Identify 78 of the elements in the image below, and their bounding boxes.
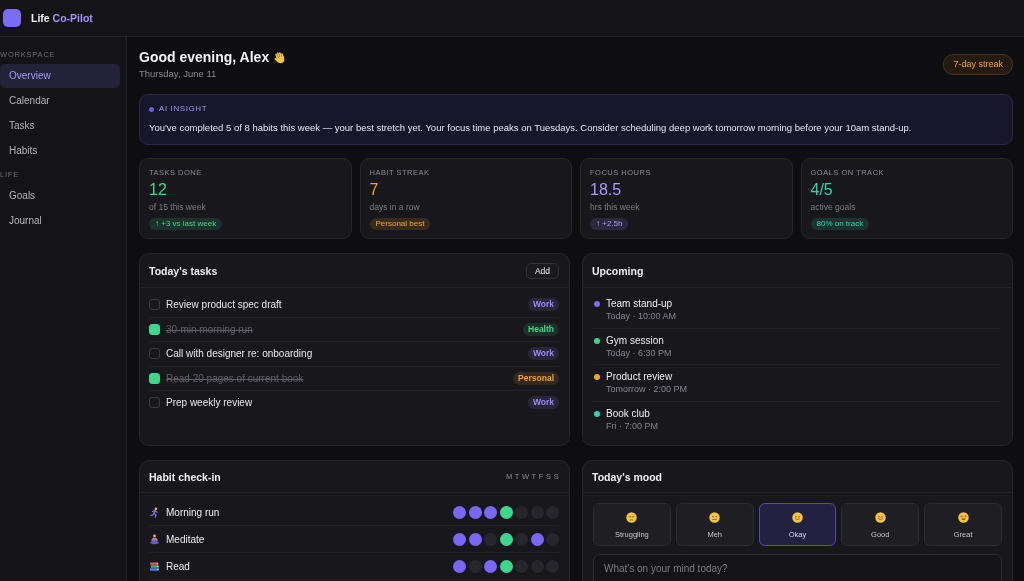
- stat-tag: ↑ +2.5h: [590, 218, 629, 230]
- card-title: Upcoming: [592, 264, 644, 277]
- task-checkbox[interactable]: [149, 323, 160, 335]
- check-in-dot-icon[interactable]: [453, 532, 466, 546]
- event-time: Today · 6:30 PM: [606, 346, 672, 360]
- happy-face-icon: [874, 512, 886, 523]
- event-time: Tomorrow · 2:00 PM: [606, 383, 688, 396]
- streak-tag: 7-day streak: [943, 54, 1013, 75]
- nav-item[interactable]: Habits: [0, 139, 120, 163]
- greeting-title: Good evening, Alex: [139, 49, 270, 65]
- stat-caption: hrs this week: [590, 202, 641, 212]
- event-title: Gym session: [606, 333, 665, 347]
- nav-item[interactable]: Journal: [0, 209, 120, 233]
- stat-value: 12: [149, 181, 168, 199]
- stat-caption: active goals: [810, 202, 857, 212]
- meditating-person-icon: [149, 533, 160, 545]
- event-title: Book club: [606, 406, 651, 420]
- nav-item[interactable]: Calendar: [0, 89, 120, 113]
- check-in-dot-icon[interactable]: [468, 532, 482, 546]
- insight-dot-icon: [149, 106, 154, 112]
- stat-value: 18.5: [590, 181, 623, 199]
- event-title: Team stand-up: [606, 297, 674, 310]
- date-label: Thursday, June 11: [139, 68, 218, 80]
- check-in-dot-icon[interactable]: [468, 505, 482, 519]
- app-title: Life Co-Pilot: [31, 12, 93, 24]
- check-in-dot-icon[interactable]: [499, 532, 513, 546]
- check-in-dot-icon[interactable]: [484, 559, 497, 573]
- add-button[interactable]: Add: [525, 262, 559, 279]
- note-field[interactable]: What's on your mind today?: [593, 554, 1002, 581]
- insight-text: You've completed 5 of 8 habits this week — your best stretch yet. Your focus time peaks on Tuesdays. Consider scheduling deep work tomorrow morning before your 10am stand-up.: [149, 122, 913, 134]
- stat-tag: Personal best: [369, 218, 431, 230]
- category-tag: Personal: [513, 371, 559, 385]
- card-title: Today's mood: [592, 470, 662, 483]
- stat-tag: ↑ +3 vs last week: [149, 218, 223, 230]
- check-in-dot-icon[interactable]: [499, 559, 513, 573]
- category-tag: Work: [527, 298, 559, 312]
- star-struck-face-icon: [957, 512, 969, 523]
- nav-item[interactable]: Overview: [0, 64, 120, 88]
- smiling-face-icon: [792, 512, 803, 523]
- stat-value: 7: [369, 181, 380, 199]
- check-in-dot-icon[interactable]: [484, 505, 497, 519]
- task-checkbox[interactable]: [149, 372, 160, 384]
- event-title: Product review: [606, 370, 674, 383]
- sad-face-icon: [626, 512, 638, 523]
- task-checkbox[interactable]: [149, 348, 160, 360]
- task-title: Review product spec draft: [166, 299, 282, 311]
- habit-name: Read: [166, 560, 190, 572]
- stat-value: 4/5: [810, 181, 834, 199]
- task-title: Prep weekly review: [166, 397, 253, 409]
- running-person-icon: [149, 506, 160, 518]
- insight-label: AI INSIGHT: [159, 105, 208, 113]
- books-icon: [149, 560, 160, 572]
- stat-caption: of 15 this week: [149, 202, 207, 212]
- nav-item[interactable]: Goals: [0, 184, 120, 208]
- habit-name: Morning run: [166, 506, 220, 518]
- task-checkbox[interactable]: [149, 397, 160, 409]
- task-title: Read 20 pages of current book: [166, 372, 304, 384]
- nav-item[interactable]: Tasks: [0, 114, 120, 138]
- check-in-dot-icon[interactable]: [530, 532, 544, 546]
- category-tag: Work: [527, 396, 559, 410]
- check-in-dot-icon[interactable]: [499, 505, 513, 519]
- category-tag: Work: [527, 347, 559, 361]
- task-checkbox[interactable]: [149, 299, 160, 311]
- event-time: Today · 10:00 AM: [606, 310, 677, 323]
- card-title: Habit check-in: [149, 470, 221, 483]
- task-title: Call with designer re: onboarding: [166, 348, 313, 360]
- stat-tag: 80% on track: [810, 218, 870, 230]
- category-tag: Health: [523, 322, 559, 336]
- check-in-dot-icon[interactable]: [453, 559, 466, 573]
- card-title: Today's tasks: [149, 264, 218, 277]
- event-time: Fri · 7:00 PM: [606, 419, 658, 433]
- habit-name: Meditate: [166, 533, 205, 545]
- stat-caption: days in a row: [369, 202, 421, 212]
- check-in-dot-icon[interactable]: [453, 505, 466, 519]
- neutral-face-icon: [709, 512, 721, 523]
- task-title: 30-min morning run: [166, 323, 253, 335]
- app-logo-icon: [3, 9, 21, 27]
- hand-icon: [273, 50, 287, 64]
